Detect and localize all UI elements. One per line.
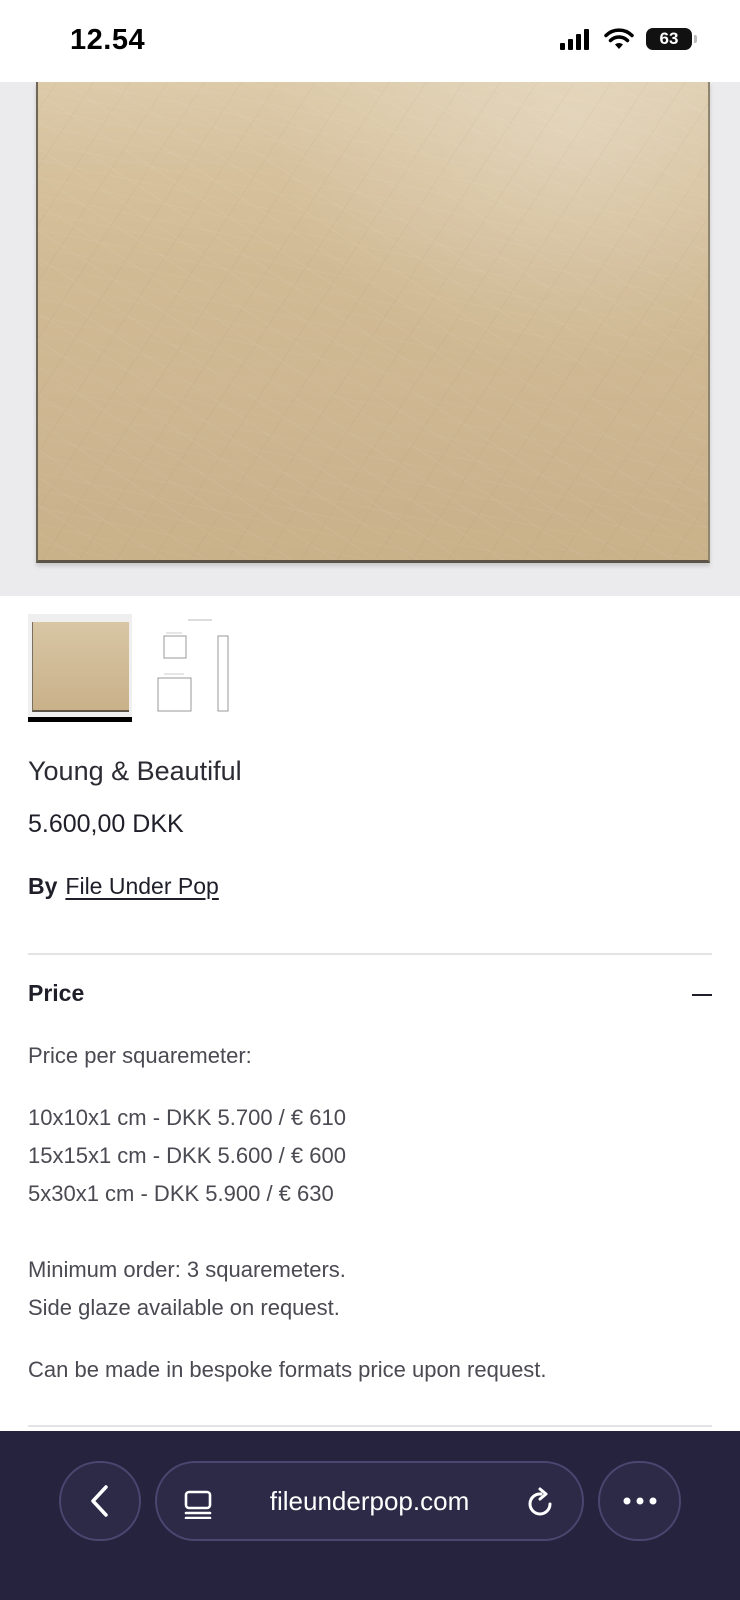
minimum-order-text: Minimum order: 3 squaremeters. [28, 1257, 346, 1282]
vendor-byline: By File Under Pop [28, 873, 219, 900]
browser-toolbar: fileunderpop.com [0, 1431, 740, 1600]
divider [28, 953, 712, 955]
status-bar: 12.54 63 [0, 0, 740, 82]
status-icons: 63 [560, 28, 697, 50]
product-title: Young & Beautiful [28, 756, 242, 786]
price-line: 5x30x1 cm - DKK 5.900 / € 630 [28, 1181, 334, 1206]
reload-icon[interactable] [526, 1487, 556, 1519]
accordion-title: Price [28, 980, 85, 1006]
price-line: 10x10x1 cm - DKK 5.700 / € 610 [28, 1105, 346, 1130]
status-time: 12.54 [70, 24, 146, 56]
bespoke-text: Can be made in bespoke formats price upo… [28, 1357, 547, 1382]
vendor-link[interactable]: File Under Pop [65, 873, 218, 899]
more-options-button[interactable] [598, 1461, 681, 1541]
chevron-left-icon [91, 1485, 108, 1517]
wifi-icon [604, 28, 634, 49]
price-per-label: Price per squaremeter: [28, 1043, 252, 1068]
more-dots-icon [623, 1497, 656, 1505]
cellular-signal-icon [560, 29, 589, 50]
tabs-icon[interactable] [183, 1489, 213, 1519]
dimensions-drawing [157, 619, 229, 712]
price-line: 15x15x1 cm - DKK 5.600 / € 600 [28, 1143, 346, 1168]
product-price: 5.600,00 DKK [28, 810, 184, 838]
tile-photo [36, 82, 710, 563]
product-image[interactable] [0, 82, 740, 596]
thumbnail-dimensions-drawing[interactable] [154, 614, 258, 718]
battery-icon: 63 [646, 28, 697, 50]
battery-level: 63 [659, 29, 679, 48]
collapse-minus-icon[interactable] [692, 994, 712, 996]
price-accordion-toggle[interactable]: Price [28, 980, 712, 1016]
back-button[interactable] [59, 1461, 141, 1541]
by-label: By [28, 873, 58, 899]
thumbnail-strip [28, 614, 258, 722]
address-bar[interactable]: fileunderpop.com [155, 1461, 584, 1541]
side-glaze-text: Side glaze available on request. [28, 1295, 340, 1320]
active-indicator [28, 717, 132, 722]
divider [28, 1425, 712, 1427]
thumbnail-photo[interactable] [28, 614, 132, 722]
url-text[interactable]: fileunderpop.com [270, 1486, 469, 1517]
